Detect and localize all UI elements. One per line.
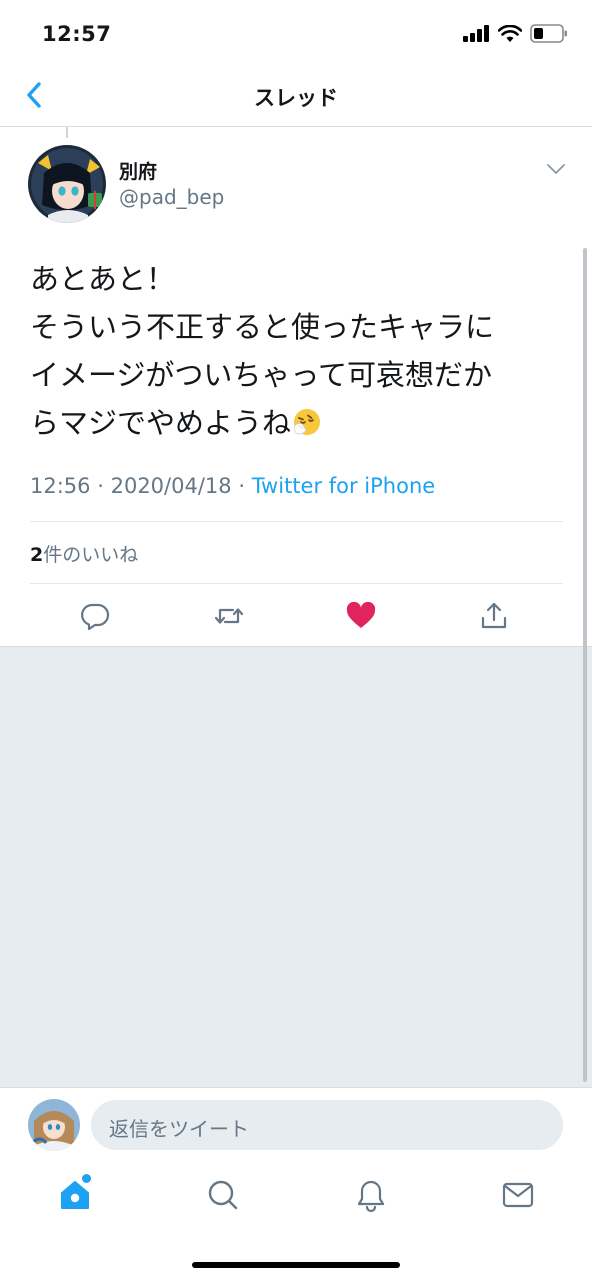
scrollbar[interactable]	[583, 248, 587, 1082]
wifi-icon	[498, 24, 522, 42]
like-count-label: 件のいいね	[43, 544, 139, 566]
tab-messages[interactable]	[500, 1177, 536, 1213]
empty-replies-area	[0, 646, 592, 1087]
nav-bar: スレッド	[0, 70, 592, 127]
search-icon	[208, 1180, 238, 1210]
tweet-text-segment: らマジでやめようね	[30, 406, 292, 440]
divider	[30, 521, 563, 522]
sneezing-face-emoji	[293, 409, 321, 435]
battery-icon	[530, 24, 567, 43]
author-handle[interactable]: @pad_bep	[119, 185, 224, 209]
tab-search[interactable]	[205, 1177, 241, 1213]
home-indicator	[192, 1262, 400, 1268]
share-button[interactable]	[478, 600, 510, 632]
like-count-number: 2	[30, 544, 44, 566]
like-icon	[346, 601, 376, 628]
tab-bar	[0, 1155, 592, 1280]
share-icon	[481, 602, 507, 629]
meta-separator: ·	[238, 474, 246, 498]
retweet-button[interactable]	[213, 600, 245, 632]
chevron-down-icon	[547, 164, 565, 174]
reply-input[interactable]: 返信をツイート	[91, 1100, 563, 1150]
tweet-text-line: あとあと！	[30, 262, 176, 296]
likes-count[interactable]: 2件のいいね	[30, 540, 138, 567]
notifications-icon	[357, 1180, 385, 1213]
signal-icon	[463, 25, 489, 42]
meta-separator: ·	[97, 474, 104, 498]
author-name[interactable]: 別府	[119, 157, 157, 184]
tweet-source-link[interactable]: Twitter for iPhone	[252, 474, 436, 498]
tweet-text: あとあと！ そういう不正すると使ったキャラに イメージがついちゃって可哀想だか …	[30, 255, 570, 447]
thread-connector-line	[66, 127, 68, 138]
tab-notifications[interactable]	[353, 1177, 389, 1213]
tweet-meta: 12:56 · 2020/04/18 · Twitter for iPhone	[30, 474, 435, 498]
reply-button[interactable]	[79, 600, 111, 632]
home-notification-dot	[82, 1174, 91, 1183]
avatar-image	[28, 145, 106, 223]
tweet-text-line: イメージがついちゃって可哀想だか	[30, 358, 492, 392]
avatar[interactable]	[28, 145, 106, 223]
reply-bar: 返信をツイート	[0, 1087, 592, 1155]
status-bar: 12:57	[0, 0, 592, 70]
status-icons	[463, 24, 568, 43]
tweet-text-line: そういう不正すると使ったキャラに	[30, 310, 495, 344]
divider	[30, 583, 563, 584]
tweet-actions	[0, 597, 592, 645]
reply-icon	[81, 603, 110, 631]
tweet-time: 12:56	[30, 474, 91, 498]
user-avatar[interactable]	[28, 1099, 80, 1151]
tweet-date: 2020/04/18	[110, 474, 232, 498]
tweet: 別府 @pad_bep あとあと！ そういう不正すると使ったキャラに イメージが…	[0, 127, 592, 646]
tweet-text-line: らマジでやめようね	[30, 399, 570, 447]
messages-icon	[502, 1182, 534, 1208]
status-time: 12:57	[42, 22, 112, 46]
more-options-button[interactable]	[545, 161, 567, 175]
user-avatar-image	[28, 1099, 80, 1151]
retweet-icon	[214, 608, 244, 624]
page-title: スレッド	[254, 86, 338, 110]
like-button[interactable]	[345, 600, 377, 632]
